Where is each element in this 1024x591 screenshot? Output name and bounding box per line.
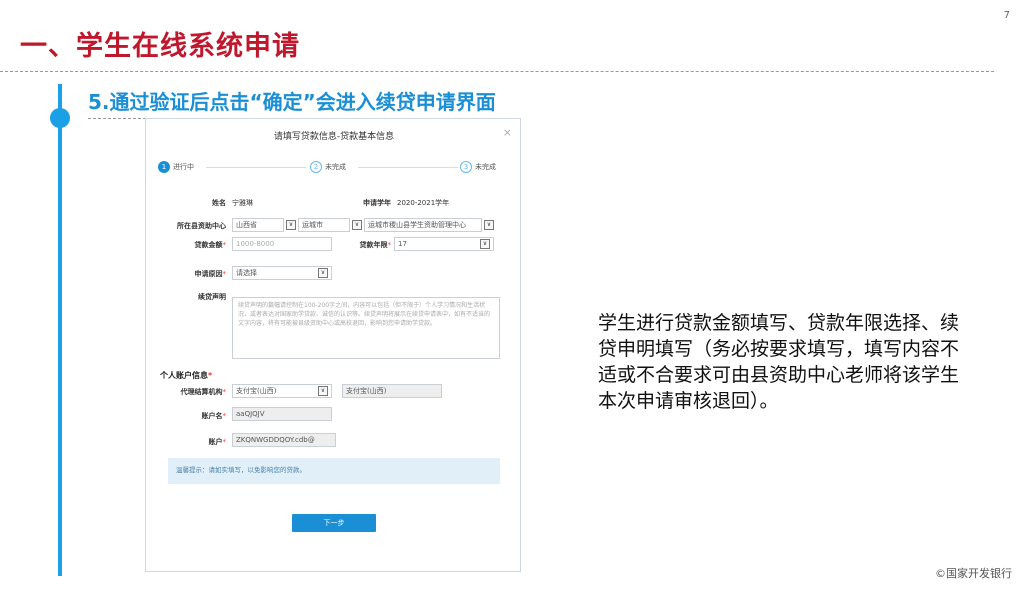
amount-label: 贷款金额* xyxy=(194,241,227,249)
province-select[interactable]: 山西省 xyxy=(232,218,284,232)
title-divider xyxy=(0,71,994,72)
dialog-title: 请填写贷款信息-贷款基本信息 xyxy=(273,132,395,142)
year-value: 2020-2021学年 xyxy=(397,199,450,207)
city-select[interactable]: 运城市 xyxy=(298,218,350,232)
year-label: 申请学年 xyxy=(363,199,391,207)
amount-input[interactable]: 1000-8000 xyxy=(232,237,332,251)
statement-textarea[interactable]: 续贷声明的篇幅请控制在100-200字之间，内容可以包括（但不限于）个人学习情况… xyxy=(232,297,500,359)
center-label: 所在县资助中心 xyxy=(177,222,226,230)
step-title: 5.通过验证后点击“确定”会进入续贷申请界面 xyxy=(88,90,496,114)
account-label: 账户* xyxy=(208,438,227,446)
step-1-label: 进行中 xyxy=(173,163,194,171)
loan-dialog: 请填写贷款信息-贷款基本信息 × 1 进行中 2 未完成 3 未完成 姓名 宁雅… xyxy=(145,118,521,572)
step-3-circle: 3 xyxy=(460,161,472,173)
account-field: ZKQNWGDDQOY.cdb@ xyxy=(232,433,336,447)
close-icon[interactable]: × xyxy=(503,126,512,139)
chevron-down-icon[interactable]: ∨ xyxy=(318,268,328,278)
account-name-field: aaQJQJV xyxy=(232,407,332,421)
next-button[interactable]: 下一步 xyxy=(292,514,376,532)
page-title: 一、学生在线系统申请 xyxy=(20,31,300,62)
timeline-bar xyxy=(58,84,62,576)
footer-copyright: ©国家开发银行 xyxy=(935,567,1012,580)
name-value: 宁雅琳 xyxy=(232,199,253,207)
term-select[interactable]: 17 xyxy=(394,237,494,251)
chevron-down-icon[interactable]: ∨ xyxy=(318,386,328,396)
chevron-down-icon[interactable]: ∨ xyxy=(480,239,490,249)
center-select[interactable]: 运城市稷山县学生资助管理中心 xyxy=(364,218,482,232)
account-section-title: 个人账户信息* xyxy=(160,371,213,380)
step-line xyxy=(206,167,306,168)
agency-label: 代理结算机构* xyxy=(180,388,227,396)
chevron-down-icon[interactable]: ∨ xyxy=(286,220,296,230)
step-3-label: 未完成 xyxy=(475,163,496,171)
notice-banner: 温馨提示：请如实填写，以免影响您的贷款。 xyxy=(168,458,500,484)
chevron-down-icon[interactable]: ∨ xyxy=(484,220,494,230)
step-line xyxy=(358,167,458,168)
statement-label: 续贷声明 xyxy=(198,293,226,301)
reason-label: 申请原因* xyxy=(194,270,227,278)
step-2-label: 未完成 xyxy=(325,163,346,171)
name-label: 姓名 xyxy=(212,199,226,207)
timeline-dot xyxy=(50,108,70,128)
description-text: 学生进行贷款金额填写、贷款年限选择、续贷申明填写（务必按要求填写，填写内容不适或… xyxy=(598,312,960,412)
reason-select[interactable]: 请选择 xyxy=(232,266,332,280)
term-label: 贷款年限* xyxy=(359,241,392,249)
account-name-label: 账户名* xyxy=(201,412,227,420)
chevron-down-icon[interactable]: ∨ xyxy=(352,220,362,230)
step-1-circle: 1 xyxy=(158,161,170,173)
step-divider xyxy=(88,118,146,119)
agency-display: 支付宝(山西) xyxy=(342,384,442,398)
agency-select[interactable]: 支付宝(山西) xyxy=(232,384,332,398)
page-number: 7 xyxy=(1003,10,1010,21)
step-2-circle: 2 xyxy=(310,161,322,173)
